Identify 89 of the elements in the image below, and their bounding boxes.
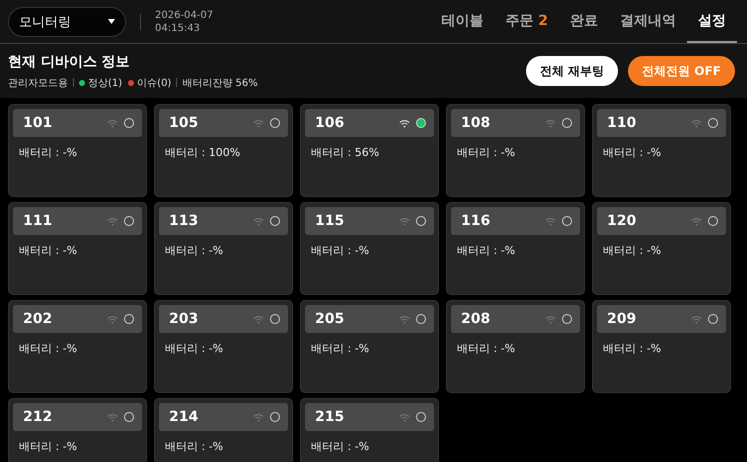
device-card[interactable]: 212 배터리 : -% <box>8 398 147 462</box>
device-name: 208 <box>461 311 490 327</box>
device-name: 120 <box>607 213 636 229</box>
battery-text: 배터리 : -% <box>19 145 78 160</box>
nav-tab[interactable]: 완료 <box>559 0 609 43</box>
wifi-icon <box>399 412 410 422</box>
device-name: 202 <box>23 311 52 327</box>
nav-tab[interactable]: 주문 2 <box>494 0 559 43</box>
date-text: 2026-04-07 <box>155 8 214 22</box>
issue-count: 이슈(0) <box>137 76 172 90</box>
device-card[interactable]: 108 배터리 : -% <box>446 104 585 197</box>
device-card[interactable]: 214 배터리 : -% <box>154 398 293 462</box>
wifi-icon <box>107 216 118 226</box>
wifi-icon <box>545 216 556 226</box>
battery-text: 배터리 : -% <box>19 243 78 258</box>
device-name: 101 <box>23 115 52 131</box>
device-name: 215 <box>315 409 344 425</box>
battery-text: 배터리 : -% <box>311 439 370 454</box>
wifi-icon <box>399 314 410 324</box>
battery-text: 배터리 : -% <box>19 439 78 454</box>
section-title: 현재 디바이스 정보 <box>8 52 131 70</box>
battery-text: 배터리 : -% <box>457 243 516 258</box>
device-card[interactable]: 115 배터리 : -% <box>300 202 439 295</box>
battery-text: 배터리 : -% <box>19 341 78 356</box>
device-name: 212 <box>23 409 52 425</box>
wifi-icon <box>691 314 702 324</box>
wifi-icon <box>399 118 410 128</box>
mode-dropdown[interactable]: 모니터링 <box>8 6 126 36</box>
wifi-icon <box>253 314 264 324</box>
normal-dot-icon <box>79 80 85 86</box>
device-name: 111 <box>23 213 52 229</box>
battery-text: 배터리 : -% <box>165 243 224 258</box>
time-text: 04:15:43 <box>155 22 201 34</box>
device-card[interactable]: 101 배터리 : -% <box>8 104 147 197</box>
device-card[interactable]: 205 배터리 : -% <box>300 300 439 393</box>
device-card[interactable]: 105 배터리 : 100% <box>154 104 293 197</box>
device-card[interactable]: 110 배터리 : -% <box>592 104 731 197</box>
device-card[interactable]: 215 배터리 : -% <box>300 398 439 462</box>
wifi-icon <box>545 118 556 128</box>
wifi-icon <box>691 118 702 128</box>
nav-tab[interactable]: 테이블 <box>430 0 494 43</box>
caret-icon <box>108 19 115 24</box>
battery-text: 배터리 : 100% <box>165 145 242 160</box>
wifi-icon <box>107 412 118 422</box>
device-name: 116 <box>461 213 490 229</box>
battery-text: 배터리 : -% <box>603 341 662 356</box>
device-card[interactable]: 113 배터리 : -% <box>154 202 293 295</box>
battery-text: 배터리 : -% <box>311 243 370 258</box>
mode-label: 관리자모드용 <box>8 76 68 90</box>
device-name: 105 <box>169 115 198 131</box>
battery-text: 배터리 : -% <box>165 439 224 454</box>
device-name: 214 <box>169 409 198 425</box>
wifi-icon <box>107 118 118 128</box>
battery-text: 배터리 : -% <box>603 243 662 258</box>
battery-text: 배터리 : 56% <box>311 145 380 160</box>
battery-text: 배터리 : -% <box>165 341 224 356</box>
battery-summary: 배터리잔량 56% <box>182 76 258 90</box>
device-name: 113 <box>169 213 198 229</box>
wifi-icon <box>107 314 118 324</box>
battery-text: 배터리 : -% <box>311 341 370 356</box>
device-name: 110 <box>607 115 636 131</box>
nav-tab[interactable]: 결제내역 <box>609 0 687 43</box>
device-name: 205 <box>315 311 344 327</box>
reboot-button[interactable]: 전체 재부팅 <box>526 56 618 86</box>
battery-text: 배터리 : -% <box>457 145 516 160</box>
device-card[interactable]: 203 배터리 : -% <box>154 300 293 393</box>
device-card[interactable]: 120 배터리 : -% <box>592 202 731 295</box>
device-card[interactable]: 208 배터리 : -% <box>446 300 585 393</box>
device-card[interactable]: 106 배터리 : 56% <box>300 104 439 197</box>
wifi-icon <box>253 118 264 128</box>
device-card[interactable]: 209 배터리 : -% <box>592 300 731 393</box>
battery-text: 배터리 : -% <box>603 145 662 160</box>
wifi-icon <box>399 216 410 226</box>
device-name: 108 <box>461 115 490 131</box>
device-name: 106 <box>315 115 344 131</box>
issue-dot-icon <box>128 80 134 86</box>
wifi-icon <box>691 216 702 226</box>
device-card[interactable]: 111 배터리 : -% <box>8 202 147 295</box>
battery-text: 배터리 : -% <box>457 341 516 356</box>
normal-count: 정상(1) <box>88 76 122 90</box>
wifi-icon <box>253 412 264 422</box>
device-name: 209 <box>607 311 636 327</box>
wifi-icon <box>253 216 264 226</box>
wifi-icon <box>545 314 556 324</box>
device-name: 203 <box>169 311 198 327</box>
order-count: 2 <box>538 12 548 28</box>
device-name: 115 <box>315 213 344 229</box>
device-card[interactable]: 202 배터리 : -% <box>8 300 147 393</box>
device-card[interactable]: 116 배터리 : -% <box>446 202 585 295</box>
